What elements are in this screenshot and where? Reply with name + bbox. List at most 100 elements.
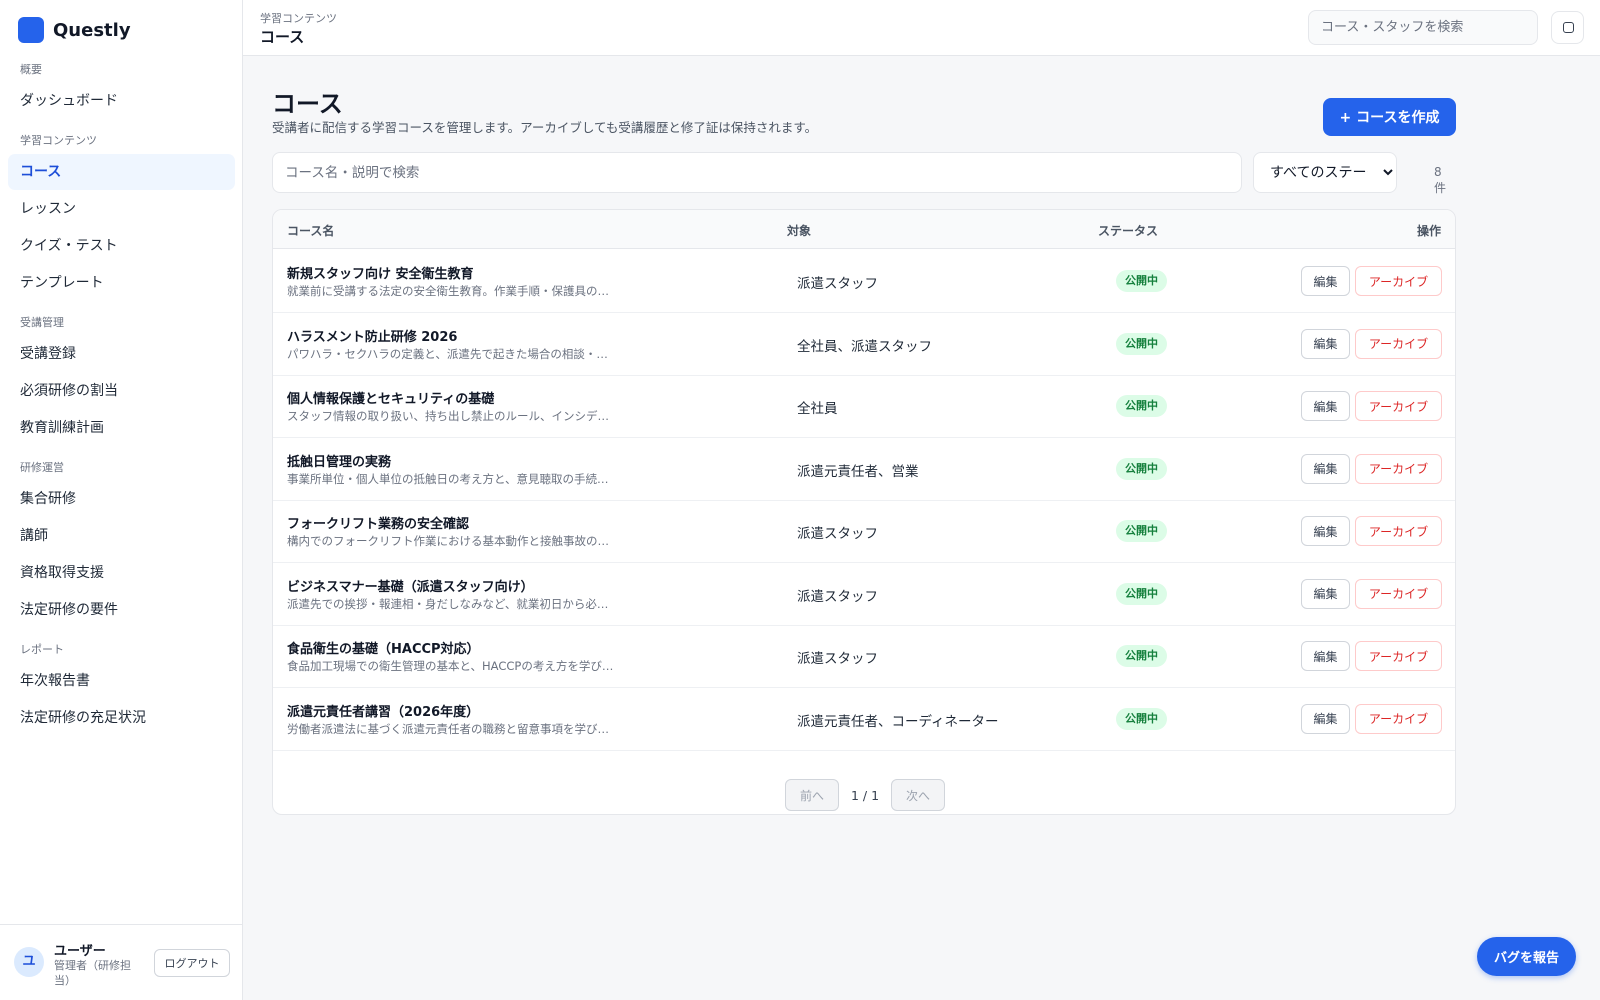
nav-section-title: 受講管理	[20, 316, 64, 329]
edit-button[interactable]: 編集	[1301, 516, 1350, 546]
status-badge: 公開中	[1116, 395, 1167, 417]
user-role: 管理者（研修担当）	[54, 959, 131, 987]
sidebar-item[interactable]: 受講登録	[8, 336, 235, 372]
archive-button[interactable]: アーカイブ	[1355, 516, 1442, 546]
status-badge: 公開中	[1116, 520, 1167, 542]
breadcrumb-parent[interactable]: 学習コンテンツ	[260, 10, 337, 26]
course-description: 労働者派遣法に基づく派遣元責任者の職務と留意事項を学び…	[287, 721, 609, 736]
sidebar-item[interactable]: 必須研修の割当	[8, 373, 235, 409]
nav-section-title: 学習コンテンツ	[20, 134, 97, 147]
sidebar-item[interactable]: 法定研修の充足状況	[8, 700, 235, 736]
course-name[interactable]: 個人情報保護とセキュリティの基礎	[287, 388, 494, 407]
status-filter-select[interactable]: すべてのステータス	[1253, 152, 1397, 193]
header-target: 対象	[787, 224, 812, 238]
course-name[interactable]: 新規スタッフ向け 安全衛生教育	[287, 263, 474, 282]
edit-button[interactable]: 編集	[1301, 703, 1350, 734]
archive-button[interactable]: アーカイブ	[1355, 266, 1442, 296]
course-target: 全社員、派遣スタッフ	[797, 338, 932, 355]
nav-section-title: 研修運営	[20, 461, 64, 474]
course-search-input[interactable]	[272, 152, 1242, 193]
sidebar-item[interactable]: 法定研修の要件	[8, 592, 235, 628]
edit-button[interactable]: 編集	[1301, 641, 1350, 671]
course-name[interactable]: 食品衛生の基礎（HACCP対応）	[287, 638, 480, 657]
sidebar-item[interactable]: 年次報告書	[8, 663, 235, 699]
edit-button[interactable]: 編集	[1301, 266, 1350, 296]
header-actions: 操作	[1416, 224, 1441, 238]
page-title: コース	[272, 90, 343, 118]
page-indicator: 1 / 1	[851, 788, 880, 803]
square-icon	[1563, 22, 1574, 33]
course-target: 派遣スタッフ	[797, 651, 878, 667]
table-row: フォークリフト業務の安全確認 構内でのフォークリフト作業における基本動作と接触事故…	[273, 499, 1455, 563]
status-badge: 公開中	[1116, 582, 1167, 605]
course-name[interactable]: 抵触日管理の実務	[287, 451, 391, 470]
prev-page-button[interactable]: 前へ	[785, 779, 839, 811]
course-name[interactable]: 派遣元責任者講習（2026年度）	[287, 701, 479, 720]
user-panel: ユ ユーザー 管理者（研修担当） ログアウト	[0, 924, 242, 1000]
brand[interactable]: Questly	[18, 17, 131, 43]
archive-button[interactable]: アーカイブ	[1355, 641, 1442, 671]
course-description: 食品加工現場での衛生管理の基本と、HACCPの考え方を学び…	[287, 659, 614, 673]
global-search-input[interactable]	[1308, 10, 1538, 45]
edit-button[interactable]: 編集	[1301, 578, 1350, 609]
pagination: 前へ 1 / 1 次へ	[273, 769, 1455, 814]
sidebar-item[interactable]: クイズ・テスト	[8, 228, 235, 264]
table-row: 新規スタッフ向け 安全衛生教育就業前に受講する法定の安全衛生教育。作業手順・保護…	[273, 249, 1455, 313]
sidebar-item[interactable]: 集合研修	[8, 481, 235, 517]
nav-section-title: 概要	[20, 63, 42, 76]
archive-button[interactable]: アーカイブ	[1355, 391, 1442, 421]
course-target: 派遣元責任者、コーディネーター	[797, 713, 999, 730]
course-description: 事業所単位・個人単位の抵触日の考え方と、意見聴取の手続…	[287, 471, 609, 486]
edit-button[interactable]: 編集	[1301, 453, 1350, 484]
course-description: 就業前に受講する法定の安全衛生教育。作業手順・保護具の…	[287, 284, 609, 298]
logout-button[interactable]: ログアウト	[154, 949, 230, 977]
course-target: 全社員	[797, 401, 838, 417]
status-badge: 公開中	[1116, 457, 1167, 480]
app-name: Questly	[53, 19, 131, 41]
sidebar-item[interactable]: テンプレート	[8, 265, 235, 301]
table-row: ビジネスマナー基礎（派遣スタッフ向け） 派遣先での挨拶・報連相・身だしなみなど、就…	[273, 562, 1455, 626]
avatar: ユ	[14, 947, 44, 977]
course-table: コース名 対象 ステータス 操作 新規スタッフ向け 安全衛生教育就業前に受講する…	[272, 209, 1456, 815]
result-count: 8 件	[1434, 165, 1447, 195]
sidebar-nav: 概要ダッシュボード学習コンテンツコース レッスン クイズ・テスト テンプレート受講管理…	[8, 58, 235, 736]
course-name[interactable]: ビジネスマナー基礎（派遣スタッフ向け）	[287, 576, 534, 595]
next-page-button[interactable]: 次へ	[891, 779, 945, 811]
archive-button[interactable]: アーカイブ	[1355, 578, 1442, 609]
course-name[interactable]: ハラスメント防止研修 2026	[287, 326, 457, 345]
status-badge: 公開中	[1116, 332, 1167, 355]
sidebar-item[interactable]: ダッシュボード	[8, 83, 235, 119]
user-name: ユーザー	[54, 944, 106, 959]
archive-button[interactable]: アーカイブ	[1355, 453, 1442, 484]
sidebar-item[interactable]: コース	[8, 154, 235, 190]
status-badge: 公開中	[1116, 707, 1167, 730]
archive-button[interactable]: アーカイブ	[1355, 328, 1442, 359]
top-bar: 学習コンテンツ コース	[243, 0, 1600, 56]
course-target: 派遣元責任者、営業	[797, 463, 919, 480]
edit-button[interactable]: 編集	[1301, 391, 1350, 421]
course-description: 派遣先での挨拶・報連相・身だしなみなど、就業初日から必…	[287, 596, 609, 611]
sidebar-item[interactable]: 講師	[8, 518, 235, 554]
breadcrumb-current: コース	[260, 28, 305, 46]
sidebar-item[interactable]: レッスン	[8, 191, 235, 227]
table-row: 食品衛生の基礎（HACCP対応） 食品加工現場での衛生管理の基本と、HACCPの考…	[273, 624, 1455, 688]
course-target: 派遣スタッフ	[797, 526, 878, 542]
create-course-button[interactable]: + コースを作成	[1323, 98, 1456, 136]
archive-button[interactable]: アーカイブ	[1355, 703, 1442, 734]
report-bug-button[interactable]: バグを報告	[1477, 937, 1576, 976]
theme-toggle-button[interactable]	[1551, 11, 1584, 44]
sidebar-item[interactable]: 教育訓練計画	[8, 410, 235, 446]
logo-icon	[18, 17, 44, 43]
edit-button[interactable]: 編集	[1301, 328, 1350, 359]
table-row: 抵触日管理の実務 事業所単位・個人単位の抵触日の考え方と、意見聴取の手続… 派遣元責…	[273, 437, 1455, 501]
course-name[interactable]: フォークリフト業務の安全確認	[287, 513, 469, 532]
table-row: 派遣元責任者講習（2026年度） 労働者派遣法に基づく派遣元責任者の職務と留意事項…	[273, 687, 1455, 751]
sidebar-item[interactable]: 資格取得支援	[8, 555, 235, 591]
sidebar: Questly 概要ダッシュボード学習コンテンツコース レッスン クイズ・テスト テン…	[0, 0, 243, 1000]
table-header: コース名 対象 ステータス 操作	[273, 210, 1455, 249]
status-badge: 公開中	[1116, 645, 1167, 667]
table-row: ハラスメント防止研修 2026 パワハラ・セクハラの定義と、派遣先で起きた場合の相…	[273, 312, 1455, 376]
nav-section-title: レポート	[20, 643, 64, 656]
status-badge: 公開中	[1116, 270, 1167, 292]
header-course-name: コース名	[287, 224, 335, 238]
